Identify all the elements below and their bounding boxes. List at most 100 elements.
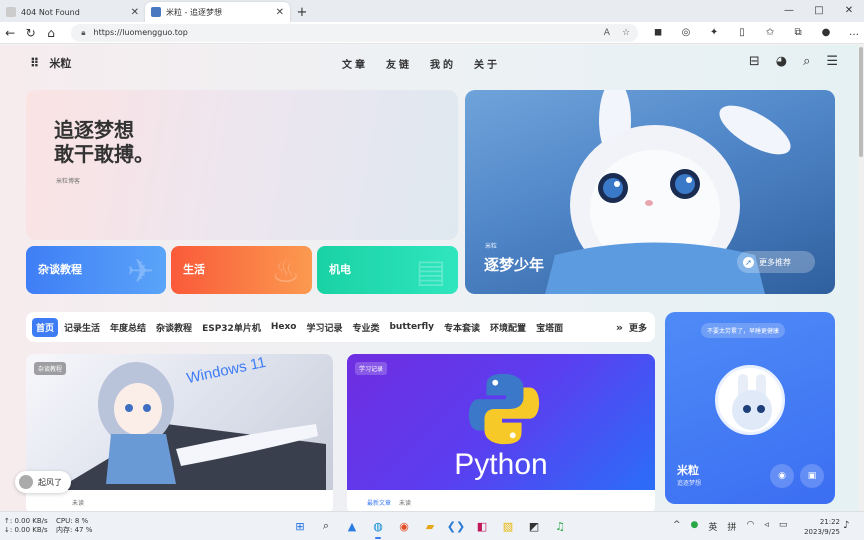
search-icon[interactable]: ⌕ [803, 54, 810, 69]
author-avatar[interactable] [715, 365, 785, 435]
category-card-life[interactable]: 生活 ♨ [171, 246, 312, 294]
site-name: 米粒 [49, 57, 72, 70]
category-tab[interactable]: 专本套读 [440, 318, 484, 337]
favorite-star-icon[interactable]: ☆ [622, 28, 630, 38]
address-bar[interactable]: 🔒︎ https://luomengguo.top A ☆ [71, 23, 639, 42]
hero-title: 追逐梦想 敢干敢搏。 [54, 118, 154, 166]
puzzle-icon[interactable]: ✦ [704, 27, 724, 38]
category-label: 杂谈教程 [38, 263, 82, 276]
search-icon[interactable]: ⌕ [316, 516, 336, 536]
windows-start-icon[interactable]: ⊞ [290, 516, 310, 536]
network-speed: ↑: 0.00 KB/s ↓: 0.00 KB/s [4, 517, 48, 535]
collections-icon[interactable]: ⧉ [788, 27, 808, 38]
category-tab[interactable]: Hexo [267, 319, 301, 335]
browser-toolbar: ← ↻ ⌂ 🔒︎ https://luomengguo.top A ☆ ◼ ◎ … [0, 22, 864, 44]
jetbrains-icon[interactable]: ◧ [472, 516, 492, 536]
github-icon[interactable]: ◉ [770, 464, 794, 488]
featured-banner[interactable]: 米粒 逐梦少年 ➚ 更多推荐 [465, 90, 835, 294]
back-arrow-icon[interactable]: ← [0, 22, 20, 44]
edge-icon[interactable]: ◍ [368, 516, 388, 539]
more-categories-link[interactable]: 更多 [629, 321, 647, 334]
volume-icon[interactable]: ◃ [764, 520, 769, 533]
clock-date: 2023/9/25 [804, 528, 840, 536]
anime-illustration [66, 362, 326, 490]
notes-app-icon[interactable]: ◩ [524, 516, 544, 536]
read-aloud-icon[interactable]: A [604, 28, 610, 38]
music-player-button[interactable]: 起风了 [15, 471, 71, 493]
more-menu-icon[interactable]: … [844, 27, 864, 38]
category-tab[interactable]: 专业类 [348, 318, 383, 337]
split-screen-icon[interactable]: ▯ [732, 27, 752, 38]
close-icon[interactable]: ✕ [276, 7, 284, 18]
category-tab[interactable]: 年度总结 [106, 318, 150, 337]
refresh-icon[interactable]: ↻ [20, 22, 40, 44]
toggle-icon[interactable]: ☰ [826, 54, 838, 69]
menu-item-about[interactable]: 关于 [474, 56, 500, 71]
page-scrollbar[interactable] [858, 45, 864, 511]
notification-bell-icon[interactable]: ♪ [843, 520, 849, 531]
favorites-icon[interactable]: ✩ [760, 27, 780, 38]
scrollbar-thumb[interactable] [859, 47, 863, 157]
close-icon[interactable]: ✕ [131, 7, 139, 18]
more-recommend-button[interactable]: ➚ 更多推荐 [737, 251, 815, 273]
category-tab[interactable]: 宝塔面 [532, 318, 567, 337]
category-tab[interactable]: butterfly [385, 319, 438, 335]
banner-caption: 米粒 [485, 243, 498, 250]
wifi-icon[interactable]: ◠ [746, 520, 754, 533]
category-tab[interactable]: 记录生活 [60, 318, 104, 337]
new-tab-button[interactable]: + [292, 2, 312, 22]
taskbar-apps: ⊞ ⌕ ▲ ◍ ◉ ▰ ❮❯ ◧ ▧ ◩ ♫ [290, 516, 570, 539]
category-bar: 首页 记录生活 年度总结 杂谈教程 ESP32单片机 Hexo 学习记录 专业类… [26, 312, 655, 342]
category-tab[interactable]: 杂谈教程 [152, 318, 196, 337]
music-title: 起风了 [38, 477, 62, 487]
grid-menu-icon[interactable]: ⠿ [30, 56, 39, 70]
file-explorer-icon[interactable]: ▰ [420, 516, 440, 536]
category-tab[interactable]: 学习记录 [302, 318, 346, 337]
double-chevron-right-icon[interactable]: » [610, 321, 629, 334]
post-card[interactable]: Python 学习记录 最新文章 未读 [347, 354, 655, 511]
minimize-button[interactable]: — [774, 0, 804, 22]
store-icon[interactable]: ▲ [342, 516, 362, 536]
post-cover-image: Windows 11 [26, 354, 333, 490]
category-tab[interactable]: 环境配置 [486, 318, 530, 337]
post-meta: 最新文章 未读 [367, 498, 411, 507]
home-icon[interactable]: ⌂ [41, 22, 61, 44]
menu-item-articles[interactable]: 文章 [342, 56, 368, 71]
ime-language[interactable]: 英 [708, 520, 717, 533]
site-logo[interactable]: ⠿ 米粒 [30, 55, 71, 71]
chrome-icon[interactable]: ◉ [394, 516, 414, 536]
extension-toolbar: ◼ ◎ ✦ ▯ ✩ ⧉ ● … [648, 27, 864, 38]
close-window-button[interactable]: ✕ [834, 0, 864, 22]
battery-icon[interactable]: ▭ [779, 520, 788, 533]
wechat-tray-icon[interactable]: ● [691, 520, 699, 533]
tab-mili[interactable]: 米粒 - 追逐梦想 ✕ [145, 2, 290, 22]
category-tab[interactable]: ESP32单片机 [198, 318, 265, 337]
upload-speed: ↑: 0.00 KB/s [4, 517, 48, 525]
train-icon[interactable]: ⊟ [749, 54, 760, 69]
category-tab-home[interactable]: 首页 [32, 317, 59, 337]
profile-avatar[interactable]: ● [816, 27, 836, 38]
menu-item-links[interactable]: 友链 [386, 56, 412, 71]
ime-mode[interactable]: 拼 [727, 520, 736, 533]
post-card[interactable]: Windows 11 杂谈教程 未读 [26, 354, 333, 511]
category-card-electromechanical[interactable]: 机电 ▤ [317, 246, 458, 294]
extension-icon[interactable]: ◎ [676, 27, 696, 38]
sticky-notes-icon[interactable]: ▧ [498, 516, 518, 536]
menu-item-mine[interactable]: 我的 [430, 56, 456, 71]
nav-actions: ⊟ ◕ ⌕ ☰ [749, 54, 838, 69]
category-card-tutorials[interactable]: 杂谈教程 ✈ [26, 246, 166, 294]
wechat-icon[interactable]: ◕ [776, 54, 787, 69]
chevron-up-icon[interactable]: ^ [673, 520, 681, 533]
bilibili-icon[interactable]: ▣ [800, 464, 824, 488]
extension-icon[interactable]: ◼ [648, 27, 668, 38]
python-logo-icon [468, 373, 540, 445]
music-app-icon[interactable]: ♫ [550, 516, 570, 536]
tab-404[interactable]: 404 Not Found ✕ [0, 2, 145, 22]
maximize-button[interactable]: □ [804, 0, 834, 22]
post-tag[interactable]: 学习记录 [355, 362, 388, 375]
vscode-icon[interactable]: ❮❯ [446, 516, 466, 536]
category-label: 生活 [183, 263, 205, 276]
system-clock[interactable]: 21:22 2023/9/25 [804, 517, 840, 537]
url-text: https://luomengguo.top [93, 28, 188, 37]
post-tag[interactable]: 杂谈教程 [34, 362, 67, 375]
